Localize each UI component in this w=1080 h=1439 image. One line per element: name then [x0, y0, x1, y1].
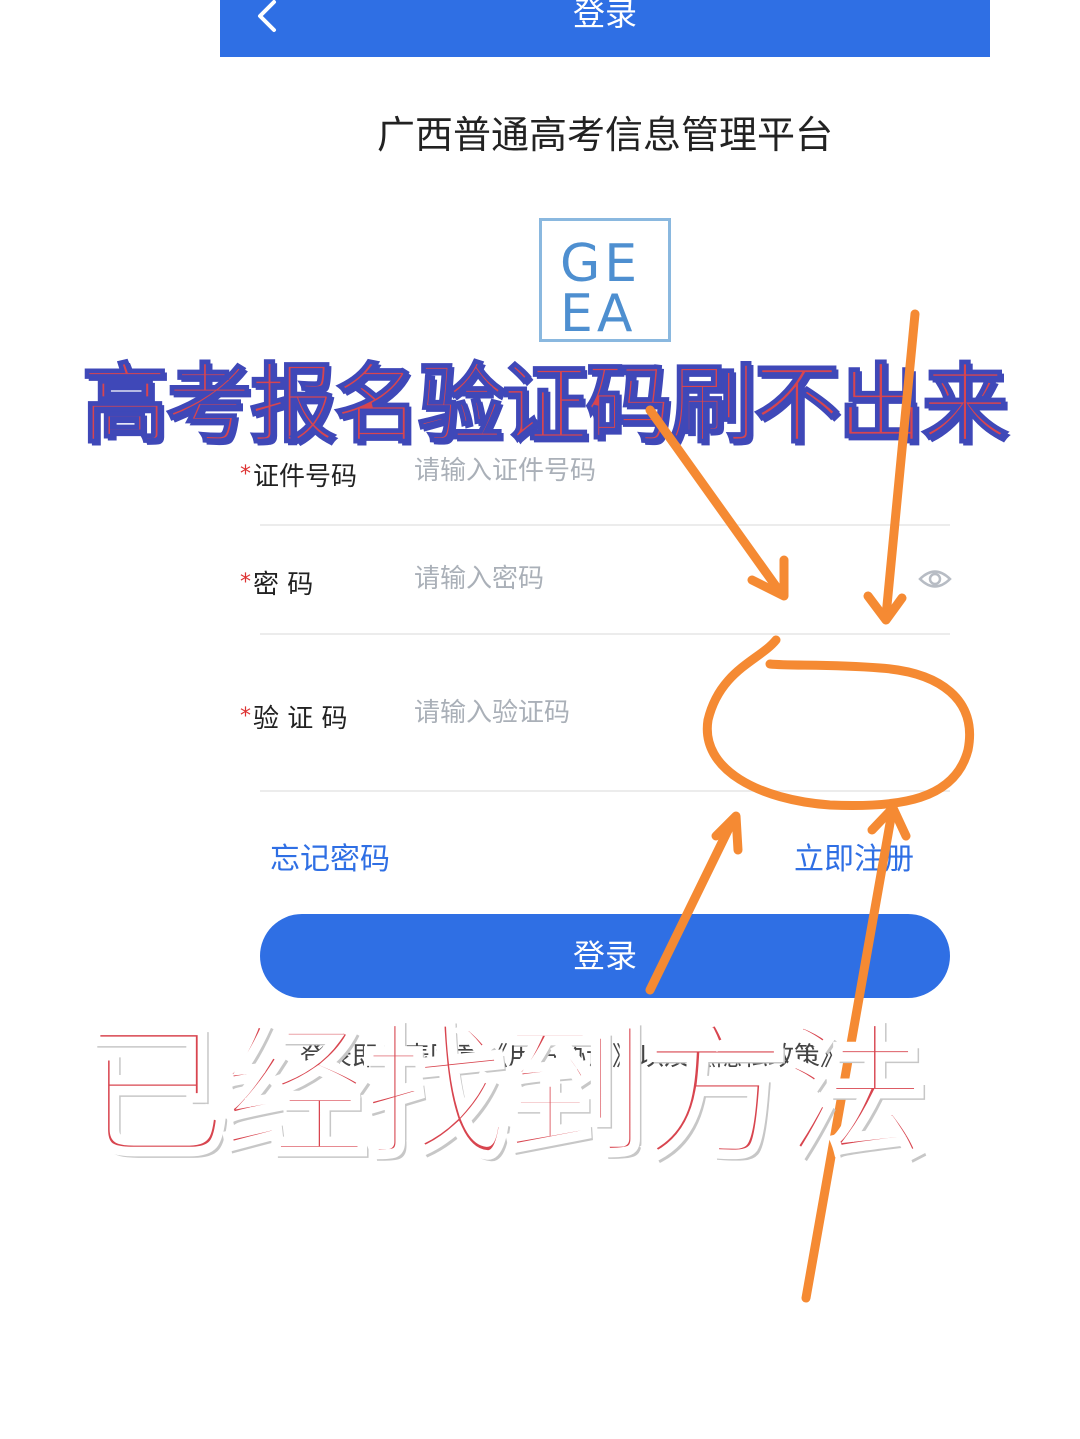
- divider: [260, 790, 950, 792]
- required-mark: *: [240, 704, 251, 729]
- divider: [260, 524, 950, 526]
- platform-title: 广西普通高考信息管理平台: [376, 113, 833, 157]
- overlay-headline-top: 高考报名验证码刷不出来: [81, 354, 1009, 456]
- required-mark: *: [240, 462, 251, 487]
- password-input[interactable]: [414, 564, 834, 594]
- annotation-arrowhead-3: [711, 811, 743, 855]
- top-navigation-bar: 登录: [220, 0, 990, 57]
- password-row: *密 码: [240, 564, 950, 604]
- forgot-password-link[interactable]: 忘记密码: [270, 834, 390, 878]
- password-label: *密 码: [240, 570, 314, 600]
- required-mark: *: [240, 570, 251, 595]
- captcha-label: *验 证 码: [240, 704, 348, 734]
- divider: [260, 633, 950, 635]
- captcha-input[interactable]: [414, 698, 834, 728]
- id-number-input[interactable]: [414, 456, 834, 486]
- eye-icon[interactable]: [918, 566, 952, 592]
- id-number-row: *证件号码: [240, 456, 950, 496]
- register-link[interactable]: 立即注册: [794, 834, 914, 878]
- id-number-label: *证件号码: [240, 462, 358, 492]
- overlay-headline-bottom: 已经找到方法: [80, 1007, 931, 1182]
- annotation-arrowhead-4: [867, 803, 911, 841]
- platform-logo: GE EA: [539, 218, 671, 344]
- logo-mark-icon: GE EA: [546, 225, 664, 344]
- page-title: 登录: [572, 0, 637, 33]
- captcha-row: *验 证 码: [240, 698, 950, 738]
- svg-text:EA: EA: [560, 284, 636, 339]
